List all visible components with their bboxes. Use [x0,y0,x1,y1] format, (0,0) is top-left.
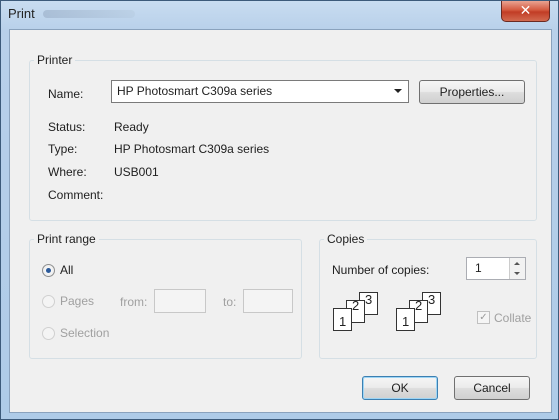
collate-checkbox[interactable]: ✓ [477,311,490,324]
pages-radio-label: Pages [60,294,95,308]
collate-icon: 3 2 1 3 2 1 [333,292,457,338]
title-blurred-text [43,10,135,18]
ok-button[interactable]: OK [362,376,438,400]
print-range-group-label: Print range [34,232,99,246]
title-bar[interactable]: Print ✕ [1,1,558,28]
collate-sheet-number: 2 [415,298,423,313]
spin-down-icon[interactable] [514,272,520,275]
where-value: USB001 [114,165,159,179]
collate-sheet-number: 2 [352,298,360,313]
collate-label: Collate [494,311,532,325]
comment-label: Comment: [48,188,104,202]
where-label: Where: [48,165,87,179]
dialog-content: Printer Name: HP Photosmart C309a series… [9,29,552,413]
all-radio[interactable] [42,264,55,277]
collate-sheet-number: 1 [339,314,347,329]
chevron-down-icon [394,89,402,93]
printer-name-value: HP Photosmart C309a series [117,84,273,98]
all-radio-label: All [60,263,74,277]
from-page-input[interactable] [154,289,206,313]
spin-up-icon[interactable] [514,262,520,265]
selection-radio[interactable] [42,327,55,340]
close-button[interactable]: ✕ [501,1,550,22]
to-page-input[interactable] [243,289,293,313]
from-label: from: [120,295,148,309]
status-label: Status: [48,120,86,134]
collate-sheet-number: 1 [402,314,410,329]
selection-radio-label: Selection [60,326,110,340]
properties-button[interactable]: Properties... [419,80,525,104]
cancel-button[interactable]: Cancel [454,376,530,400]
copies-group-label: Copies [324,232,368,246]
type-value: HP Photosmart C309a series [114,142,270,156]
collate-sheet-number: 3 [365,292,373,307]
number-of-copies-input[interactable]: 1 [466,257,526,280]
status-value: Ready [114,120,149,134]
printer-group-label: Printer [34,53,76,67]
window-title: Print [8,6,35,21]
number-of-copies-label: Number of copies: [332,263,430,277]
name-label: Name: [48,87,84,101]
close-icon: ✕ [519,2,532,18]
copies-spinner[interactable] [509,258,525,279]
type-label: Type: [48,142,78,156]
printer-name-select[interactable]: HP Photosmart C309a series [111,80,409,103]
number-of-copies-value: 1 [475,261,482,275]
pages-radio[interactable] [42,295,55,308]
print-dialog-window: Print ✕ Printer Name: HP Photosmart C309… [0,0,559,420]
collate-sheet-number: 3 [428,292,436,307]
to-label: to: [223,295,237,309]
